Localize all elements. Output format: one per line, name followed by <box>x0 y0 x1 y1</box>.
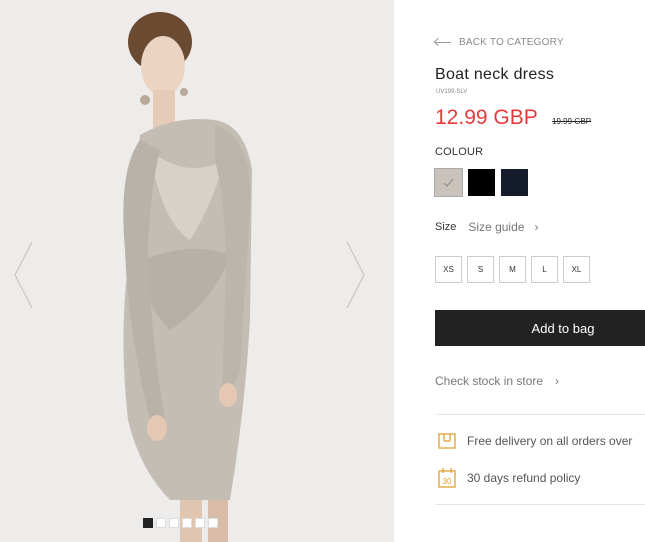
gallery-dot[interactable] <box>195 518 205 528</box>
gallery-dot[interactable] <box>156 518 166 528</box>
product-gallery <box>0 0 394 542</box>
colour-swatches <box>434 168 528 197</box>
refund-text: 30 days refund policy <box>467 471 581 485</box>
gallery-dot[interactable] <box>143 518 153 528</box>
gallery-dot[interactable] <box>169 518 179 528</box>
arrow-left-icon <box>435 42 451 43</box>
check-stock-link[interactable]: Check stock in store › <box>435 374 559 388</box>
gallery-prev-arrow[interactable] <box>12 240 36 310</box>
back-to-category-link[interactable]: BACK TO CATEGORY <box>435 37 564 48</box>
size-option-xl[interactable]: XL <box>563 256 590 283</box>
size-option-m[interactable]: M <box>499 256 526 283</box>
gallery-pagination <box>143 518 218 528</box>
chevron-right-icon: › <box>555 374 560 388</box>
chevron-right-icon <box>346 241 365 309</box>
product-sku: UV199-SLV <box>436 89 468 95</box>
size-guide-link[interactable]: Size guide <box>468 220 524 234</box>
gallery-next-arrow[interactable] <box>343 240 367 310</box>
swatch-navy[interactable] <box>501 169 528 196</box>
chevron-left-icon <box>14 241 33 309</box>
old-price: 19.99 GBP <box>552 117 592 126</box>
delivery-info: Free delivery on all orders over <box>437 431 632 451</box>
product-photo <box>0 0 394 542</box>
check-stock-label: Check stock in store <box>435 374 544 388</box>
divider <box>435 504 645 505</box>
size-options: XS S M L XL <box>435 256 590 283</box>
current-price: 12.99 GBP <box>435 106 538 129</box>
delivery-text: Free delivery on all orders over <box>467 434 633 448</box>
chevron-right-icon: › <box>534 220 539 234</box>
size-label: Size <box>435 221 457 233</box>
size-row: Size Size guide › <box>435 220 538 234</box>
size-option-l[interactable]: L <box>531 256 558 283</box>
checkmark-icon <box>443 178 454 187</box>
calendar-icon-text: 30 <box>443 477 452 486</box>
add-to-bag-button[interactable]: Add to bag <box>435 310 645 346</box>
colour-label: COLOUR <box>435 146 484 158</box>
back-label: BACK TO CATEGORY <box>459 37 564 48</box>
swatch-silver-grey[interactable] <box>434 168 463 197</box>
swatch-black[interactable] <box>468 169 495 196</box>
delivery-box-icon <box>438 433 456 449</box>
gallery-dot[interactable] <box>182 518 192 528</box>
refund-info: 30 30 days refund policy <box>437 467 580 489</box>
product-details-panel: BACK TO CATEGORY Boat neck dress UV199-S… <box>394 0 645 542</box>
size-option-s[interactable]: S <box>467 256 494 283</box>
size-option-xs[interactable]: XS <box>435 256 462 283</box>
calendar-icon: 30 <box>438 468 456 488</box>
product-title: Boat neck dress <box>435 66 555 83</box>
gallery-dot[interactable] <box>208 518 218 528</box>
divider <box>435 414 645 415</box>
